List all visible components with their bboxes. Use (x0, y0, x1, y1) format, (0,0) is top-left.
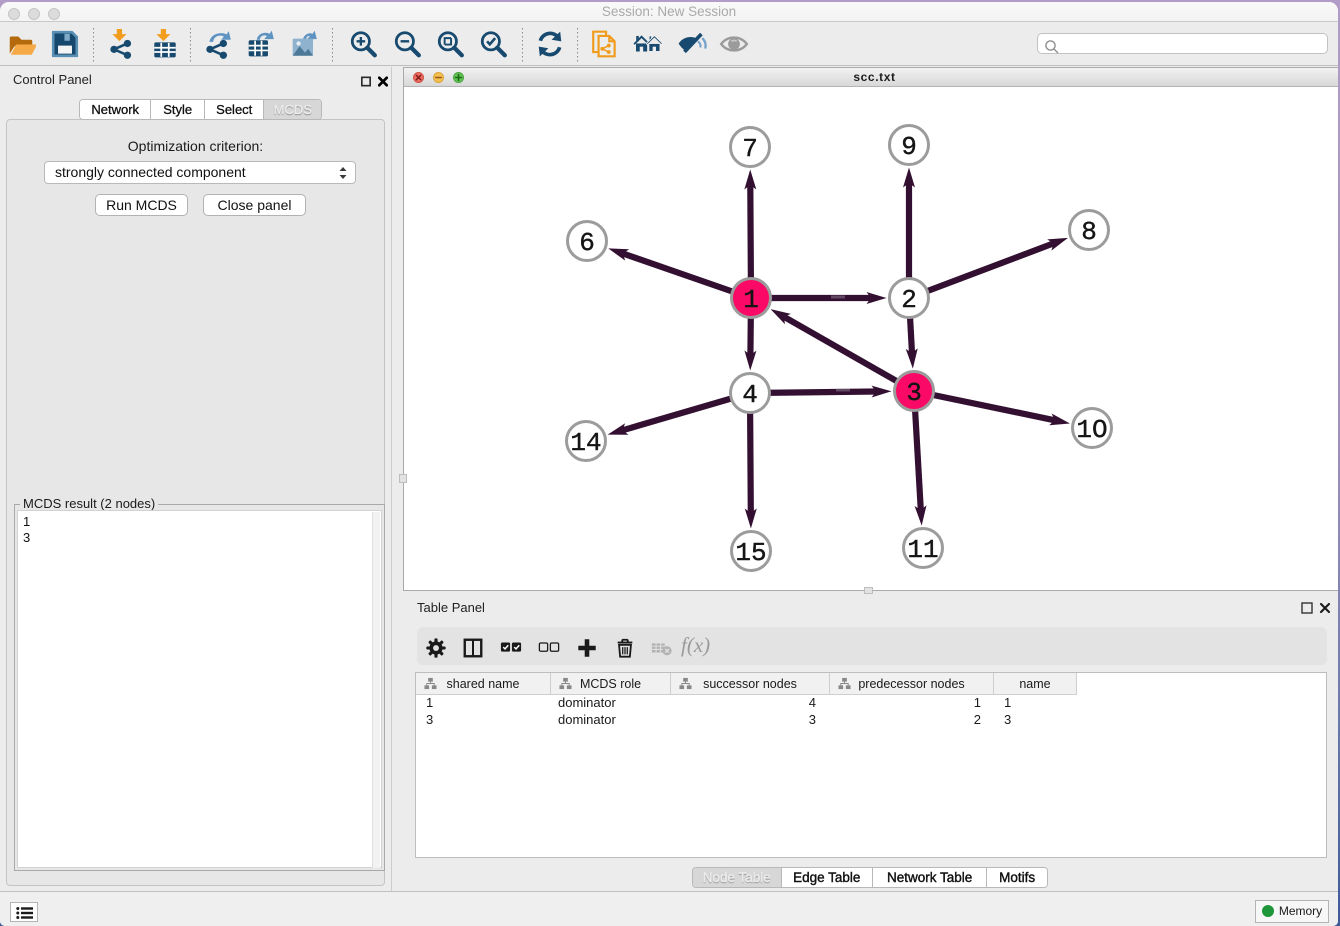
svg-text:1O: 1O (1076, 415, 1107, 445)
svg-text:8: 8 (1081, 217, 1097, 247)
svg-text:3: 3 (906, 378, 922, 408)
svg-text:7: 7 (742, 134, 758, 164)
svg-text:6: 6 (579, 228, 595, 258)
svg-text:2: 2 (901, 285, 917, 315)
svg-text:4: 4 (742, 380, 758, 410)
svg-text:14: 14 (570, 428, 601, 458)
svg-text:15: 15 (735, 538, 766, 568)
svg-text:1: 1 (743, 285, 759, 315)
svg-text:11: 11 (907, 535, 938, 565)
svg-text:9: 9 (901, 132, 917, 162)
